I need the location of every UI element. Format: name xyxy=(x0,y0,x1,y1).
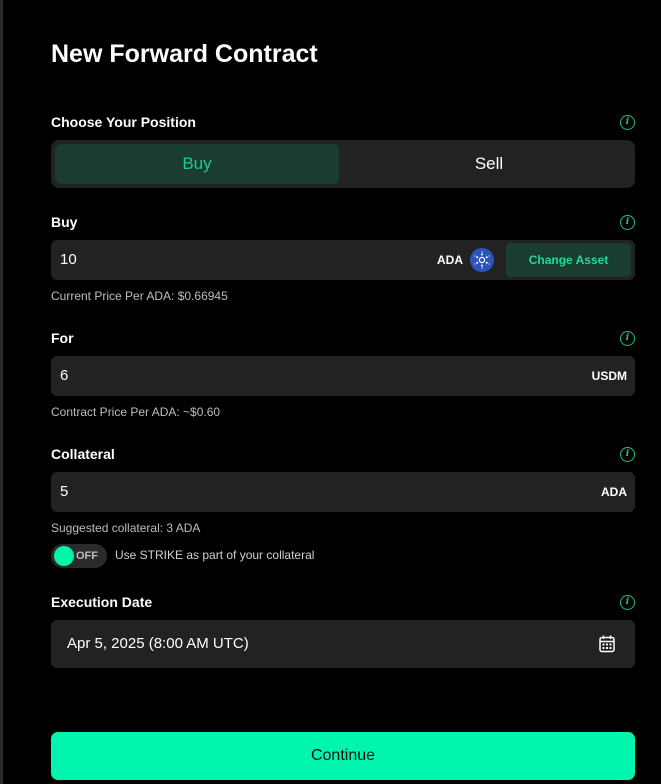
strike-toggle-label: Use STRIKE as part of your collateral xyxy=(115,548,315,562)
execution-date-info-icon[interactable]: i xyxy=(620,595,635,610)
strike-collateral-toggle[interactable]: OFF xyxy=(51,544,107,568)
collateral-field[interactable]: 5 ADA xyxy=(51,472,635,512)
toggle-knob xyxy=(54,546,74,566)
for-amount-label: For xyxy=(51,330,74,346)
collateral-info-icon[interactable]: i xyxy=(620,447,635,462)
contract-price-text: Contract Price Per ADA: ~$0.60 xyxy=(51,405,221,419)
sell-position-button[interactable]: Sell xyxy=(347,144,631,184)
for-unit: USDM xyxy=(591,369,627,383)
buy-amount-label: Buy xyxy=(51,214,78,230)
continue-button[interactable]: Continue xyxy=(51,732,635,780)
execution-date-value: Apr 5, 2025 (8:00 AM UTC) xyxy=(67,635,249,652)
new-forward-contract-panel: New Forward Contract Choose Your Positio… xyxy=(0,0,661,784)
for-amount-field[interactable]: 6 USDM xyxy=(51,356,635,396)
page-title: New Forward Contract xyxy=(51,40,318,68)
toggle-state: OFF xyxy=(76,550,98,562)
buy-info-icon[interactable]: i xyxy=(620,215,635,230)
suggested-collateral-text: Suggested collateral: 3 ADA xyxy=(51,521,201,535)
change-asset-button[interactable]: Change Asset xyxy=(506,243,631,277)
cardano-icon xyxy=(470,248,494,272)
current-price-text: Current Price Per ADA: $0.66945 xyxy=(51,289,228,303)
position-info-icon[interactable]: i xyxy=(620,115,635,130)
buy-unit: ADA xyxy=(437,253,463,267)
buy-amount-field[interactable]: 10 ADA Change Asset xyxy=(51,240,635,280)
execution-date-label: Execution Date xyxy=(51,594,153,610)
for-amount-input[interactable]: 6 xyxy=(60,356,68,396)
for-info-icon[interactable]: i xyxy=(620,331,635,346)
collateral-label: Collateral xyxy=(51,446,115,462)
position-toggle: Buy Sell xyxy=(51,140,635,188)
execution-date-picker[interactable]: Apr 5, 2025 (8:00 AM UTC) xyxy=(51,620,635,668)
buy-amount-input[interactable]: 10 xyxy=(60,240,77,280)
calendar-icon[interactable] xyxy=(599,635,615,653)
buy-position-button[interactable]: Buy xyxy=(55,144,339,184)
collateral-input[interactable]: 5 xyxy=(60,472,68,512)
position-label: Choose Your Position xyxy=(51,114,196,130)
collateral-unit: ADA xyxy=(601,485,627,499)
